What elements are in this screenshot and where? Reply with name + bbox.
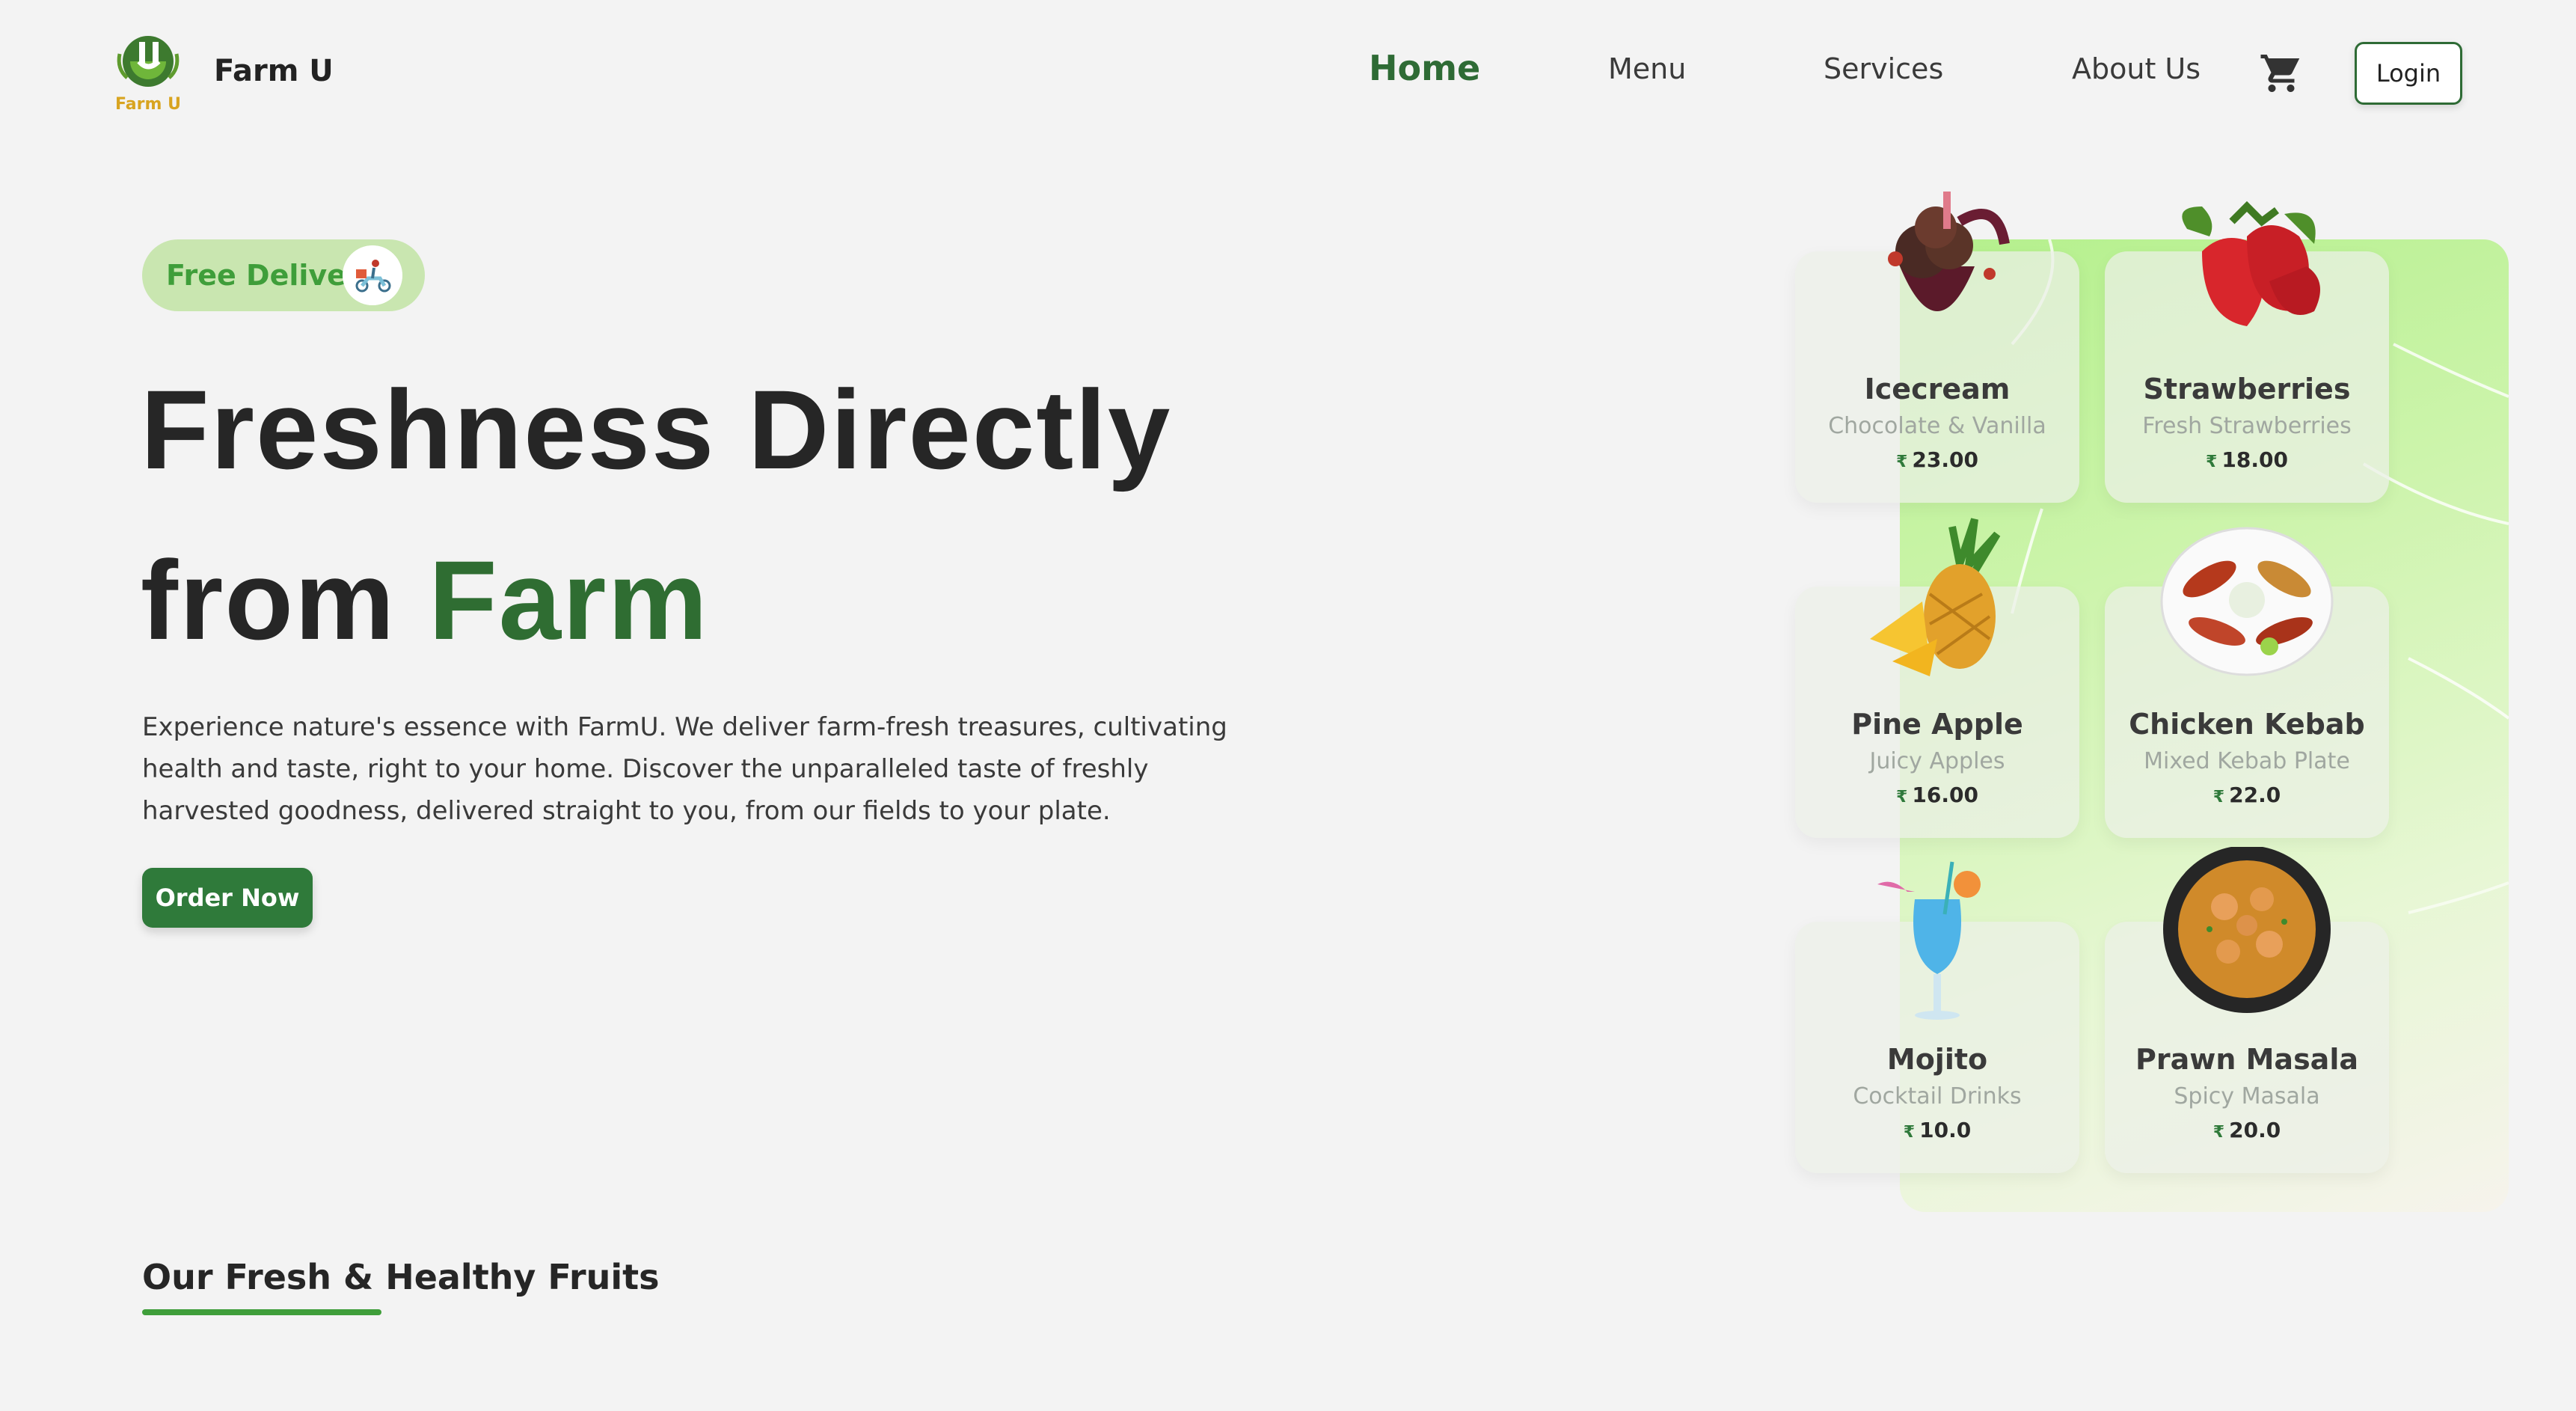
farm-u-logo[interactable]: Farm U xyxy=(114,31,196,115)
card-name: Icecream xyxy=(1864,373,2011,405)
nav-about-us[interactable]: About Us xyxy=(2072,52,2201,85)
nav-menu[interactable]: Menu xyxy=(1608,52,1686,85)
section-title: Our Fresh & Healthy Fruits xyxy=(142,1257,660,1297)
free-delivery-badge: Free Delivery xyxy=(142,239,425,311)
hero-description: Experience nature's essence with FarmU. … xyxy=(142,712,1227,826)
card-name: Pine Apple xyxy=(1851,708,2023,741)
card-price: ₹20.0 xyxy=(2105,1118,2389,1142)
card-name: Chicken Kebab xyxy=(2129,708,2365,741)
card-price: ₹18.00 xyxy=(2105,447,2389,472)
rupee-icon: ₹ xyxy=(2212,788,2225,806)
card-name: Strawberries xyxy=(2143,373,2351,405)
prawn-masala-image xyxy=(2163,847,2331,1013)
hero-title-line1: Freshness Directly xyxy=(141,367,1172,492)
price-value: 10.0 xyxy=(1919,1118,1972,1142)
nav-services[interactable]: Services xyxy=(1824,52,1943,85)
mojito-image xyxy=(1877,861,1981,1020)
price-value: 16.00 xyxy=(1912,783,1978,807)
top-navbar: Farm U Farm U Home Menu Services About U… xyxy=(0,0,2576,150)
price-value: 23.00 xyxy=(1912,447,1978,472)
pineapple-image xyxy=(1870,518,2001,676)
strawberry-image xyxy=(2182,201,2320,326)
menu-card-chicken-kebab[interactable]: Chicken Kebab Mixed Kebab Plate ₹22.0 xyxy=(2105,527,2389,838)
menu-card-icecream[interactable]: Icecream Chocolate & Vanilla ₹23.00 xyxy=(1795,192,2079,503)
nav-home[interactable]: Home xyxy=(1369,48,1480,88)
cart-icon[interactable] xyxy=(2259,51,2304,96)
scooter-icon xyxy=(343,245,402,305)
card-price: ₹10.0 xyxy=(1795,1118,2079,1142)
card-price: ₹16.00 xyxy=(1795,783,2079,807)
rupee-icon: ₹ xyxy=(2212,1123,2225,1142)
brand-name[interactable]: Farm U xyxy=(214,54,334,88)
card-name: Prawn Masala xyxy=(2135,1043,2358,1076)
rupee-icon: ₹ xyxy=(2206,453,2218,471)
menu-card-prawn-masala[interactable]: Prawn Masala Spicy Masala ₹20.0 xyxy=(2105,847,2389,1173)
card-price: ₹22.0 xyxy=(2105,783,2389,807)
hero-title-prefix: from xyxy=(141,537,429,663)
hero-title-line2: from Farm xyxy=(141,536,709,665)
price-value: 22.0 xyxy=(2229,783,2281,807)
kebab-image xyxy=(2160,527,2334,676)
order-now-button[interactable]: Order Now xyxy=(142,868,313,928)
card-subtitle: Spicy Masala xyxy=(2174,1083,2320,1109)
login-button[interactable]: Login xyxy=(2355,42,2462,105)
section-underline xyxy=(142,1309,381,1315)
price-value: 20.0 xyxy=(2229,1118,2281,1142)
card-price: ₹23.00 xyxy=(1795,447,2079,472)
menu-card-strawberries[interactable]: Strawberries Fresh Strawberries ₹18.00 xyxy=(2105,201,2389,503)
card-name: Mojito xyxy=(1886,1043,1988,1076)
logo-text: Farm U xyxy=(115,95,181,114)
rupee-icon: ₹ xyxy=(1896,453,1908,471)
rupee-icon: ₹ xyxy=(1903,1123,1916,1142)
card-subtitle: Juicy Apples xyxy=(1869,748,2005,774)
card-subtitle: Mixed Kebab Plate xyxy=(2144,748,2350,774)
rupee-icon: ₹ xyxy=(1896,788,1908,806)
price-value: 18.00 xyxy=(2221,447,2288,472)
card-subtitle: Cocktail Drinks xyxy=(1853,1083,2022,1109)
hero-title-highlight: Farm xyxy=(429,537,709,663)
icecream-image xyxy=(1888,192,2010,311)
card-subtitle: Fresh Strawberries xyxy=(2142,413,2352,439)
menu-card-pineapple[interactable]: Pine Apple Juicy Apples ₹16.00 xyxy=(1795,518,2079,838)
card-subtitle: Chocolate & Vanilla xyxy=(1828,413,2046,439)
menu-card-mojito[interactable]: Mojito Cocktail Drinks ₹10.0 xyxy=(1795,861,2079,1173)
